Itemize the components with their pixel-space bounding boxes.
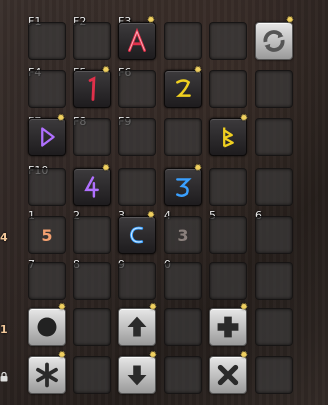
hotbar-slot-r8-6[interactable] — [255, 356, 293, 394]
hotbar-slot-6[interactable] — [255, 216, 293, 254]
plus-icon — [217, 316, 239, 338]
refresh-icon — [263, 30, 285, 52]
slot-number-text: 3 — [177, 225, 189, 245]
hotbar-slot-f2[interactable] — [73, 22, 111, 60]
hotbar-slot-1[interactable]: 5 — [28, 216, 66, 254]
hotbar-slot-f9[interactable] — [118, 118, 156, 156]
settings-gear-icon: ✹ — [57, 302, 67, 313]
asterisk-button[interactable] — [28, 356, 66, 394]
settings-gear-icon: ✹ — [193, 163, 203, 174]
hotbar-slot-r4-3[interactable] — [118, 168, 156, 206]
settings-gear-icon: ✹ — [148, 302, 158, 313]
hotbar-slot-r6-6[interactable] — [255, 262, 293, 300]
hotbar-slot-2[interactable] — [73, 216, 111, 254]
hotbar-slot-r8-2[interactable] — [73, 356, 111, 394]
slot-number-text: 5 — [41, 225, 53, 245]
close-button[interactable] — [209, 356, 247, 394]
hotbar-slot-r7-4[interactable] — [164, 308, 202, 346]
close-icon — [217, 364, 239, 386]
settings-gear-icon: ✹ — [57, 350, 67, 361]
hotbar-slot-5[interactable] — [209, 216, 247, 254]
settings-gear-icon: ✹ — [285, 15, 295, 26]
hotbar-slot-r4-6[interactable] — [255, 168, 293, 206]
hotbar-slot-3[interactable] — [118, 216, 156, 254]
hotbar-slot-r6-5[interactable] — [209, 262, 247, 300]
settings-gear-icon: ✹ — [101, 163, 111, 174]
side-label-4: 4 — [0, 231, 8, 244]
rune-triangle-icon — [41, 127, 55, 147]
hotbar-slot-r4-5[interactable] — [209, 168, 247, 206]
settings-gear-icon: ✹ — [193, 65, 203, 76]
rune-c-icon — [129, 226, 144, 244]
arrow-up-icon — [127, 316, 147, 337]
hotbar-slot-8[interactable] — [73, 262, 111, 300]
lock-icon — [0, 367, 8, 382]
asterisk-icon — [36, 362, 58, 388]
rune-one-icon — [88, 76, 96, 101]
arrow-down-button[interactable] — [118, 356, 156, 394]
settings-gear-icon: ✹ — [101, 65, 111, 76]
hotbar-slot-r2-6[interactable] — [255, 70, 293, 108]
refresh-button[interactable] — [255, 22, 293, 60]
hotbar-slot-r3-6[interactable] — [255, 118, 293, 156]
settings-gear-icon: ✹ — [56, 113, 66, 124]
hotbar-slot-4[interactable]: 3 — [164, 216, 202, 254]
rune-two-icon — [175, 79, 191, 97]
rune-b-icon — [223, 127, 234, 148]
hotbar-slot-r3-4[interactable] — [164, 118, 202, 156]
settings-gear-icon: ✹ — [239, 113, 249, 124]
rune-a-icon — [128, 27, 146, 52]
hotbar-slot-0[interactable] — [164, 262, 202, 300]
hotbar-slot-9[interactable] — [118, 262, 156, 300]
hotbar-slot-f4[interactable] — [28, 70, 66, 108]
hotbar-slot-7[interactable] — [28, 262, 66, 300]
hotbar-slot-f3[interactable] — [118, 22, 156, 60]
hotbar-slot-f10[interactable] — [28, 168, 66, 206]
hotbar-slot-r7-6[interactable] — [255, 308, 293, 346]
rune-four-icon — [84, 176, 99, 198]
settings-gear-icon: ✹ — [148, 350, 158, 361]
hotbar-slot-r1-4[interactable] — [164, 22, 202, 60]
hotbar-slot-f1[interactable] — [28, 22, 66, 60]
circle-button[interactable] — [28, 308, 66, 346]
hotbar-slot-r7-2[interactable] — [73, 308, 111, 346]
hotbar-slot-f8[interactable] — [73, 118, 111, 156]
side-label-1: 1 — [0, 323, 8, 336]
arrow-down-icon — [127, 365, 147, 386]
settings-gear-icon: ✹ — [146, 15, 156, 26]
arrow-up-button[interactable] — [118, 308, 156, 346]
rune-three-icon — [176, 178, 192, 198]
circle-icon — [37, 317, 57, 337]
settings-gear-icon: ✹ — [239, 350, 249, 361]
plus-button[interactable] — [209, 308, 247, 346]
hotbar-slot-r8-4[interactable] — [164, 356, 202, 394]
settings-gear-icon: ✹ — [239, 302, 249, 313]
hotbar-slot-f6[interactable] — [118, 70, 156, 108]
hotbar-slot-r2-5[interactable] — [209, 70, 247, 108]
hotbar-slot-r1-5[interactable] — [209, 22, 247, 60]
settings-gear-icon: ✹ — [146, 210, 156, 221]
